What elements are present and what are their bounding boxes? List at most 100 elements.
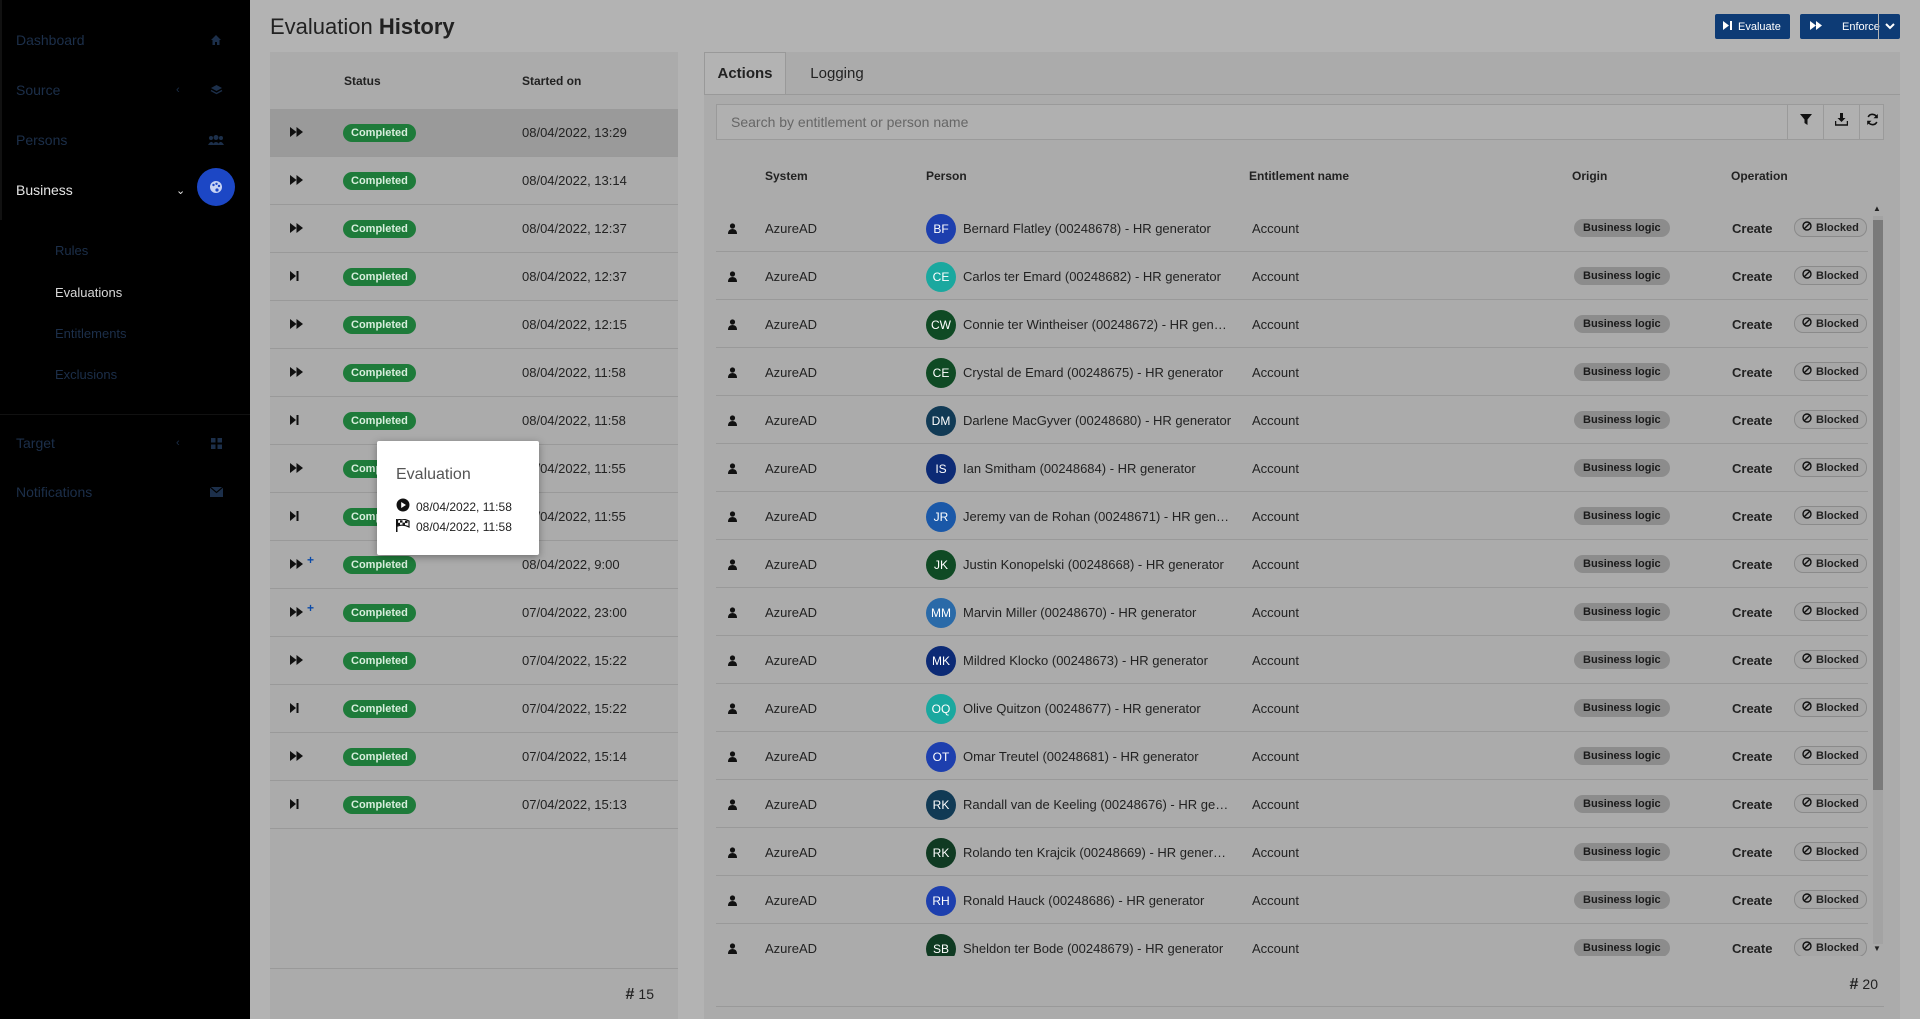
column-header-person[interactable]: Person <box>926 169 967 183</box>
person-name[interactable]: Crystal de Emard (00248675) - HR generat… <box>963 365 1233 380</box>
action-row[interactable]: AzureAD DM Darlene MacGyver (00248680) - H… <box>716 396 1868 444</box>
system-name: AzureAD <box>765 269 818 284</box>
ban-icon <box>1802 653 1812 666</box>
history-row[interactable]: Completed 08/04/2022, 11:58 <box>270 349 678 397</box>
ban-icon <box>1802 941 1812 954</box>
column-header-entitlement[interactable]: Entitlement name <box>1249 169 1349 183</box>
column-header-origin[interactable]: Origin <box>1572 169 1607 183</box>
action-row[interactable]: AzureAD JK Justin Konopelski (00248668) - … <box>716 540 1868 588</box>
started-on: 08/04/2022, 11:58 <box>522 413 626 428</box>
person-name[interactable]: Carlos ter Emard (00248682) - HR generat… <box>963 269 1233 284</box>
origin-badge: Business logic <box>1574 939 1670 956</box>
column-header-operation[interactable]: Operation <box>1731 169 1788 183</box>
sidebar-item-persons[interactable]: Persons <box>0 120 250 160</box>
evaluate-button[interactable]: Evaluate <box>1715 14 1790 39</box>
actions-scrollbar[interactable]: ▲ ▼ <box>1870 204 1884 956</box>
column-header-system[interactable]: System <box>765 169 808 183</box>
sidebar-subitem-rules[interactable]: Rules <box>55 243 88 258</box>
actions-table-header: System Person Entitlement name Origin Op… <box>716 164 1884 202</box>
tab-actions[interactable]: Actions <box>704 52 786 94</box>
tab-logging[interactable]: Logging <box>792 52 882 94</box>
person-name[interactable]: Marvin Miller (00248670) - HR generator <box>963 605 1233 620</box>
sidebar-item-business[interactable]: Business ⌄ <box>0 168 250 210</box>
action-row[interactable]: AzureAD BF Bernard Flatley (00248678) - HR… <box>716 204 1868 252</box>
operation: Create <box>1732 605 1773 620</box>
sidebar-item-target[interactable]: Target ‹ <box>0 423 250 463</box>
blocked-label: Blocked <box>1816 893 1859 906</box>
palette-icon <box>197 168 235 206</box>
chevron-left-icon: ‹ <box>176 84 180 96</box>
avatar: OT <box>926 742 956 772</box>
sidebar-subitem-entitlements[interactable]: Entitlements <box>55 326 127 341</box>
scroll-down-arrow[interactable]: ▼ <box>1873 944 1881 953</box>
action-row[interactable]: AzureAD JR Jeremy van de Rohan (00248671) … <box>716 492 1868 540</box>
sidebar-item-source[interactable]: Source ‹ <box>0 70 250 110</box>
sidebar-item-dashboard[interactable]: Dashboard <box>0 20 250 60</box>
person-name[interactable]: Jeremy van de Rohan (00248671) - HR gene… <box>963 509 1233 524</box>
person-name[interactable]: Ian Smitham (00248684) - HR generator <box>963 461 1233 476</box>
person-name[interactable]: Bernard Flatley (00248678) - HR generato… <box>963 221 1233 236</box>
history-row[interactable]: Completed 07/04/2022, 15:22 <box>270 685 678 733</box>
history-row[interactable]: + Completed 07/04/2022, 23:00 <box>270 589 678 637</box>
filter-icon <box>1799 113 1812 131</box>
action-row[interactable]: AzureAD CE Carlos ter Emard (00248682) - H… <box>716 252 1868 300</box>
chevron-left-icon: ‹ <box>176 437 180 449</box>
person-icon <box>728 509 737 527</box>
scroll-up-arrow[interactable]: ▲ <box>1873 204 1881 213</box>
history-row[interactable]: Completed 08/04/2022, 13:14 <box>270 157 678 205</box>
history-row[interactable]: Completed 07/04/2022, 15:14 <box>270 733 678 781</box>
action-row[interactable]: AzureAD MK Mildred Klocko (00248673) - HR … <box>716 636 1868 684</box>
refresh-button[interactable] <box>1859 105 1885 139</box>
person-name[interactable]: Connie ter Wintheiser (00248672) - HR ge… <box>963 317 1233 332</box>
column-header-started-on[interactable]: Started on <box>522 74 581 88</box>
sidebar-subitem-evaluations[interactable]: Evaluations <box>55 285 122 300</box>
history-row[interactable]: Completed 08/04/2022, 12:15 <box>270 301 678 349</box>
action-row[interactable]: AzureAD SB Sheldon ter Bode (00248679) - H… <box>716 924 1868 956</box>
action-row[interactable]: AzureAD CE Crystal de Emard (00248675) - H… <box>716 348 1868 396</box>
enforce-dropdown-toggle[interactable] <box>1878 14 1900 39</box>
column-header-status[interactable]: Status <box>344 74 381 88</box>
person-name[interactable]: Mildred Klocko (00248673) - HR generator <box>963 653 1233 668</box>
download-button[interactable] <box>1823 105 1859 139</box>
enforce-button[interactable]: Enforce <box>1800 14 1900 39</box>
entitlement-name: Account <box>1252 797 1299 812</box>
filter-button[interactable] <box>1787 105 1823 139</box>
operation: Create <box>1732 557 1773 572</box>
action-row[interactable]: AzureAD OQ Olive Quitzon (00248677) - HR g… <box>716 684 1868 732</box>
status-badge: Completed <box>343 412 416 430</box>
page-title-bold: History <box>378 14 455 39</box>
system-name: AzureAD <box>765 509 818 524</box>
person-name[interactable]: Sheldon ter Bode (00248679) - HR generat… <box>963 941 1233 956</box>
history-row[interactable]: Completed 08/04/2022, 12:37 <box>270 253 678 301</box>
history-row[interactable]: Completed 08/04/2022, 11:58 <box>270 397 678 445</box>
person-name[interactable]: Olive Quitzon (00248677) - HR generator <box>963 701 1233 716</box>
history-row[interactable]: Completed 08/04/2022, 13:29 <box>270 109 678 157</box>
started-on: 07/04/2022, 15:22 <box>522 701 627 716</box>
action-row[interactable]: AzureAD RH Ronald Hauck (00248686) - HR ge… <box>716 876 1868 924</box>
avatar: MK <box>926 646 956 676</box>
person-name[interactable]: Omar Treutel (00248681) - HR generator <box>963 749 1233 764</box>
person-name[interactable]: Darlene MacGyver (00248680) - HR generat… <box>963 413 1233 428</box>
person-name[interactable]: Justin Konopelski (00248668) - HR genera… <box>963 557 1233 572</box>
scrollbar-thumb[interactable] <box>1873 220 1883 790</box>
home-icon <box>208 32 224 48</box>
search-input[interactable] <box>717 105 1787 139</box>
action-row[interactable]: AzureAD RK Randall van de Keeling (0024867… <box>716 780 1868 828</box>
history-row[interactable]: Completed 07/04/2022, 15:22 <box>270 637 678 685</box>
ban-icon <box>1802 749 1812 762</box>
person-icon <box>728 413 737 431</box>
action-row[interactable]: AzureAD MM Marvin Miller (00248670) - HR g… <box>716 588 1868 636</box>
history-row[interactable]: Completed 07/04/2022, 15:13 <box>270 781 678 829</box>
person-name[interactable]: Ronald Hauck (00248686) - HR generator <box>963 893 1233 908</box>
action-row[interactable]: AzureAD OT Omar Treutel (00248681) - HR ge… <box>716 732 1868 780</box>
sidebar-item-notifications[interactable]: Notifications <box>0 472 250 512</box>
action-row[interactable]: AzureAD IS Ian Smitham (00248684) - HR gen… <box>716 444 1868 492</box>
operation: Create <box>1732 461 1773 476</box>
history-row[interactable]: Completed 08/04/2022, 12:37 <box>270 205 678 253</box>
action-row[interactable]: AzureAD RK Rolando ten Krajcik (00248669) … <box>716 828 1868 876</box>
sidebar-subitem-exclusions[interactable]: Exclusions <box>55 367 117 382</box>
person-name[interactable]: Randall van de Keeling (00248676) - HR g… <box>963 797 1233 812</box>
avatar: JK <box>926 550 956 580</box>
person-name[interactable]: Rolando ten Krajcik (00248669) - HR gene… <box>963 845 1233 860</box>
action-row[interactable]: AzureAD CW Connie ter Wintheiser (00248672… <box>716 300 1868 348</box>
